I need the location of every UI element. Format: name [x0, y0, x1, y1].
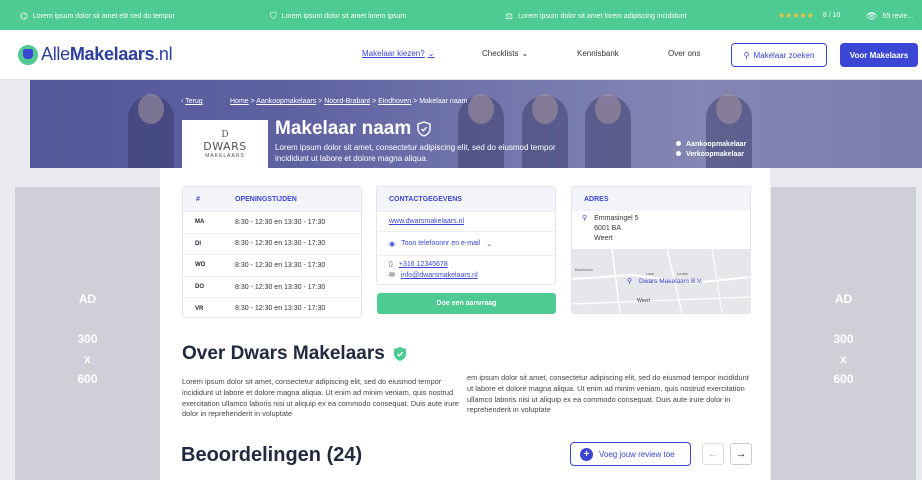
site-logo[interactable]: AlleMakelaars.nl	[18, 44, 173, 65]
page-title: Makelaar naam	[275, 118, 431, 140]
chevron-down-icon: ⌄	[486, 240, 492, 248]
company-logo-sub: MAKELAARS	[205, 152, 245, 159]
website-link[interactable]: www.dwarsmakelaars.nl	[389, 218, 464, 225]
reviews-next-button[interactable]: →	[730, 443, 752, 465]
usp-item: ⌬ Lorem ipsum dolor sit amet elit sed do…	[20, 11, 175, 22]
rating-stars: ★★★★★	[778, 11, 814, 20]
mail-icon: ✉	[389, 272, 395, 279]
show-contact-toggle[interactable]: ◉ Toon telefoonnr en e-mail ⌄	[377, 231, 555, 255]
address-street: Emmasingel 5	[594, 215, 639, 222]
opening-hours-card: # OPENINGSTIJDEN MA 8:30 - 12:30 en 13:30…	[182, 186, 362, 318]
main-header: AlleMakelaars.nl Makelaar kiezen? ⌄ Check…	[0, 30, 922, 80]
address-city: Weert	[594, 235, 613, 242]
company-logo: D DWARS MAKELAARS	[182, 120, 268, 168]
table-row: VR 8:30 - 12:30 en 13:30 - 17:30	[183, 297, 361, 319]
company-logo-name: DWARS	[203, 139, 247, 153]
reviews-heading: Beoordelingen (24)	[181, 444, 363, 466]
usp-text: Lorem ipsum dolor sit amet lorem adipisc…	[518, 13, 687, 20]
ad-placeholder-left[interactable]: AD 300 x 600	[15, 187, 160, 480]
opening-hours-header: # OPENINGSTIJDEN	[183, 187, 361, 211]
eye-icon: 👁	[866, 11, 878, 21]
map-pin-icon: ⚲	[627, 278, 633, 285]
contact-header: CONTACTGEGEVENS	[377, 187, 555, 211]
verified-shield-icon	[417, 121, 431, 137]
usp-text: Lorem ipsum dolor sit amet lorem ipsum	[281, 13, 407, 20]
voor-makelaars-button[interactable]: Voor Makelaars	[840, 43, 918, 67]
chevron-down-icon: ⌄	[427, 49, 435, 58]
nav-over-ons[interactable]: Over ons	[668, 49, 700, 58]
map-label: Boshoven	[575, 267, 593, 272]
usp-text: Lorem ipsum dolor sit amet elit sed do t…	[32, 13, 175, 20]
table-row: DI 8:30 - 12:30 en 13:30 - 17:30	[183, 232, 361, 255]
map-label: Laar	[646, 271, 655, 276]
logo-text-b: Makelaars	[69, 44, 155, 64]
map-pin-label: Dwars Makelaars B.V.	[639, 278, 703, 285]
request-button[interactable]: Doe een aanvraag	[377, 293, 556, 314]
scale-icon: ⚖	[505, 11, 514, 21]
nav-makelaar-kiezen[interactable]: Makelaar kiezen? ⌄	[362, 49, 434, 58]
reviews-prev-button[interactable]: ←	[702, 443, 724, 465]
location-pin-icon: ⚲	[582, 215, 588, 222]
add-review-button[interactable]: + Voeg jouw review toe	[570, 442, 691, 466]
about-paragraph-1: Lorem ipsum dolor sit amet, consectetur …	[182, 377, 459, 419]
breadcrumb-eindhoven[interactable]: Eindhoven	[378, 98, 411, 105]
plus-icon: +	[580, 447, 593, 461]
about-heading: Over Dwars Makelaars	[182, 343, 407, 365]
map-label: Leuke	[677, 271, 688, 276]
logo-text-a: Alle	[41, 44, 70, 64]
table-row: DO 8:30 - 12:30 en 13:30 - 17:30	[183, 275, 361, 298]
phone-icon: ▯	[389, 261, 393, 268]
email-link[interactable]: info@dwarsmakelaars.nl	[401, 272, 478, 279]
nav-kennisbank[interactable]: Kennisbank	[577, 49, 619, 58]
chevron-down-icon: ⌄	[521, 49, 529, 58]
rating-widget[interactable]: ★★★★★ 8 / 10	[778, 11, 840, 20]
table-row: WO 8:30 - 12:30 en 13:30 - 17:30	[183, 254, 361, 276]
back-link[interactable]: ‹ Terug	[181, 98, 203, 105]
location-map[interactable]: Boshoven Laar Leuke Weert ⚲ Dwars Makela…	[572, 249, 751, 313]
eye-icon: ◉	[389, 240, 396, 248]
breadcrumb-current: Makelaar naam	[419, 98, 468, 105]
company-logo-mark: D	[221, 129, 229, 140]
breadcrumb-aankoopmakelaars[interactable]: Aankoopmakelaars	[256, 98, 316, 105]
address-zip: 6001 BA	[594, 225, 621, 232]
hero-description: Lorem ipsum dolor sit amet, consectetur …	[275, 143, 556, 163]
reviews-link[interactable]: 👁 55 revie...	[866, 11, 913, 22]
usp-item: ⛉ Lorem ipsum dolor sit amet lorem ipsum	[270, 11, 406, 22]
top-usp-bar: ⌬ Lorem ipsum dolor sit amet elit sed do…	[0, 0, 922, 30]
service-tag: Verkoopmakelaar	[676, 150, 746, 160]
map-label: Weert	[637, 298, 651, 304]
logo-text-c: .nl	[154, 44, 173, 64]
network-icon: ⌬	[20, 11, 28, 21]
service-tag: Aankoopmakelaar	[676, 140, 746, 150]
rating-score: 8 / 10	[822, 12, 841, 19]
house-logo-icon	[18, 44, 38, 65]
chevron-left-icon: ‹	[181, 98, 184, 105]
usp-item: ⚖ Lorem ipsum dolor sit amet lorem adipi…	[505, 11, 687, 22]
breadcrumb: Home > Aankoopmakelaars > Noord-Brabant …	[230, 98, 468, 105]
contact-card: CONTACTGEGEVENS www.dwarsmakelaars.nl ◉ …	[376, 186, 556, 285]
ad-placeholder-right[interactable]: AD 300 x 600	[771, 187, 916, 480]
breadcrumb-home[interactable]: Home	[230, 98, 249, 105]
breadcrumb-noord-brabant[interactable]: Noord-Brabant	[324, 98, 370, 105]
shield-check-icon: ⛉	[270, 11, 277, 21]
table-row: MA 8:30 - 12:30 en 13:30 - 17:30	[183, 211, 361, 233]
nav-checklists[interactable]: Checklists ⌄	[482, 49, 528, 58]
address-header: ADRES	[572, 187, 750, 211]
about-paragraph-2: em ipsum dolor sit amet, consectetur adi…	[467, 373, 749, 415]
phone-link[interactable]: +316 12345678	[399, 261, 448, 268]
search-icon: ⚲	[743, 50, 750, 60]
verified-shield-icon	[393, 347, 406, 361]
search-makelaar-button[interactable]: ⚲ Makelaar zoeken	[731, 43, 827, 67]
reviews-count: 55 revie...	[882, 13, 914, 20]
service-tags: Aankoopmakelaar Verkoopmakelaar	[676, 140, 746, 160]
